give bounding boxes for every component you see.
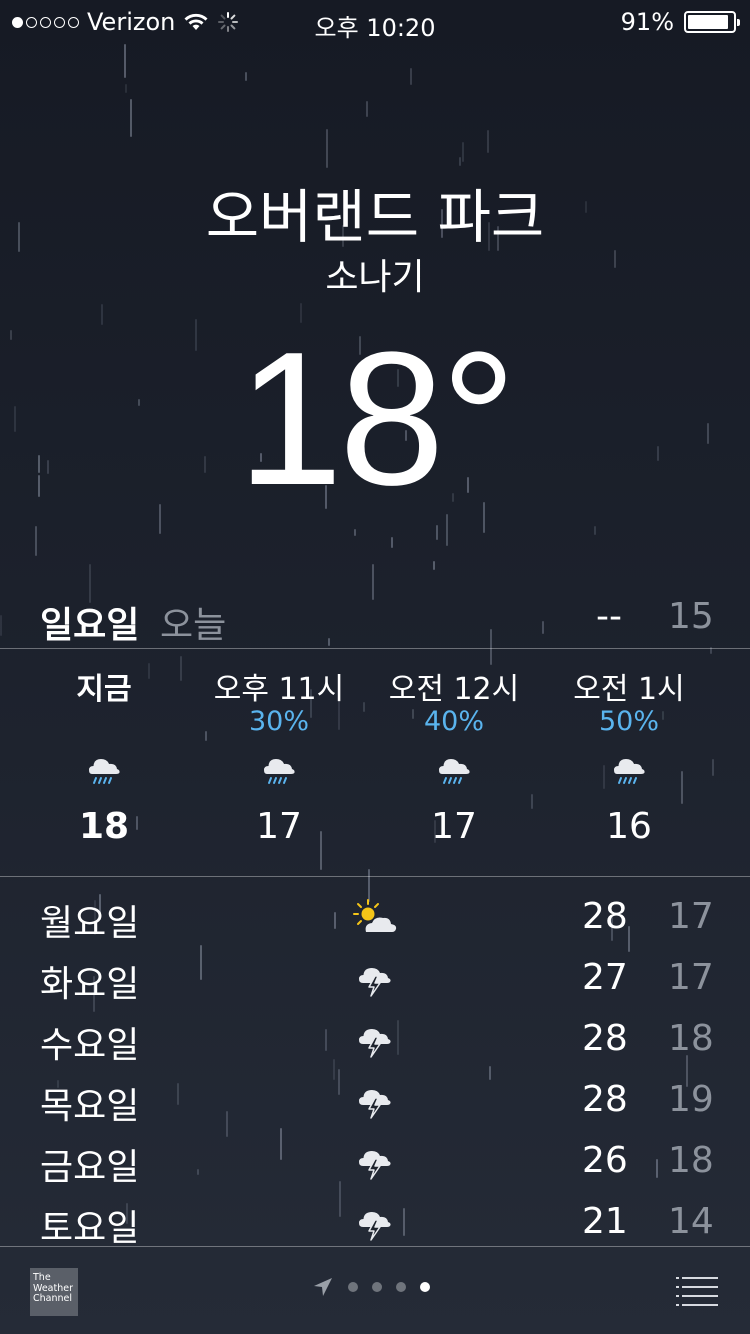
hourly-item: 오전 12시 40% 17: [366, 650, 542, 847]
daily-forecast-list[interactable]: 월요일 28 17 화요일 27 17 수요일 28 18 목요일 28 19 …: [0, 888, 750, 1254]
rain-streak: [433, 560, 436, 570]
rain-cloud-icon: [191, 740, 367, 796]
hour-temp: 18: [78, 806, 130, 847]
daily-day-name: 토요일: [40, 1208, 140, 1249]
hour-precip: 40%: [423, 706, 484, 737]
battery-percentage: 91%: [620, 8, 674, 36]
rain-streak: [458, 157, 461, 167]
rain-streak: [410, 68, 413, 86]
thunderstorm-icon: [352, 957, 398, 1001]
hourly-forecast-scroller[interactable]: 지금 18 오후 11시 30% 17 오전 12시 40% 17 오전 1시 …: [0, 650, 750, 876]
status-bar: Verizon 오후 10:20 91%: [0, 0, 750, 42]
hour-time: 오후 11시: [213, 672, 345, 707]
hourly-item: 오전 1시 50% 16: [541, 650, 717, 847]
daily-low: 17: [668, 896, 714, 937]
today-high: --: [596, 596, 622, 637]
today-summary-row: 일요일 오늘 -- 15: [0, 596, 750, 646]
daily-row: 화요일 27 17: [0, 949, 750, 1010]
today-label: 오늘: [160, 605, 227, 646]
daily-high: 28: [582, 1079, 628, 1120]
daily-high: 28: [582, 1018, 628, 1059]
partly-sunny-icon: [352, 896, 398, 940]
thunderstorm-icon: [352, 1079, 398, 1123]
city-name: 오버랜드 파크: [205, 183, 545, 251]
rain-streak: [486, 130, 489, 154]
rain-cloud-icon: [16, 740, 192, 796]
rain-streak: [244, 72, 247, 81]
page-dot-active: [420, 1282, 430, 1292]
daily-day-name: 화요일: [40, 964, 140, 1005]
thunderstorm-icon: [352, 1140, 398, 1184]
hourly-item: 오후 11시 30% 17: [191, 650, 367, 847]
city-list-icon[interactable]: [676, 1276, 718, 1306]
rain-streak: [123, 43, 126, 79]
daily-high: 26: [582, 1140, 628, 1181]
thunderstorm-icon: [352, 1201, 398, 1245]
weather-channel-logo[interactable]: The Weather Channel: [30, 1268, 78, 1316]
daily-day-name: 수요일: [40, 1025, 140, 1066]
hour-time: 지금: [76, 672, 132, 707]
daily-row: 월요일 28 17: [0, 888, 750, 949]
battery-icon: [684, 11, 740, 33]
hour-precip: 50%: [598, 706, 659, 737]
hour-time: 오전 12시: [388, 672, 520, 707]
rain-streak: [353, 529, 356, 536]
location-arrow-icon: [314, 1278, 332, 1296]
page-indicator[interactable]: [312, 1276, 430, 1298]
hour-temp: 17: [431, 806, 477, 847]
daily-low: 17: [668, 957, 714, 998]
hour-precip: [16, 704, 192, 740]
rain-streak: [130, 99, 133, 137]
current-condition: 소나기: [325, 257, 425, 298]
daily-high: 28: [582, 896, 628, 937]
page-dot: [348, 1282, 358, 1292]
page-dot: [396, 1282, 406, 1292]
rain-streak: [124, 84, 127, 93]
hour-precip: 30%: [248, 706, 309, 737]
thunderstorm-icon: [352, 1018, 398, 1062]
daily-day-name: 목요일: [40, 1086, 140, 1127]
daily-low: 19: [668, 1079, 714, 1120]
divider: [0, 876, 750, 877]
daily-day-name: 월요일: [40, 903, 140, 944]
hourly-item: 지금 18: [16, 650, 192, 847]
daily-row: 토요일 21 14: [0, 1193, 750, 1254]
today-low: 15: [668, 596, 714, 637]
rain-cloud-icon: [366, 740, 542, 796]
daily-high: 21: [582, 1201, 628, 1242]
rain-streak: [35, 526, 38, 556]
rain-streak: [371, 563, 374, 600]
daily-low: 14: [668, 1201, 714, 1242]
daily-row: 목요일 28 19: [0, 1071, 750, 1132]
rain-cloud-icon: [541, 740, 717, 796]
divider: [0, 1246, 750, 1247]
daily-low: 18: [668, 1018, 714, 1059]
hour-temp: 17: [256, 806, 302, 847]
rain-streak: [461, 141, 464, 162]
rain-streak: [365, 101, 368, 117]
daily-day-name: 금요일: [40, 1147, 140, 1188]
daily-low: 18: [668, 1140, 714, 1181]
daily-row: 수요일 28 18: [0, 1010, 750, 1071]
daily-high: 27: [582, 957, 628, 998]
hour-temp: 16: [606, 806, 652, 847]
daily-row: 금요일 26 18: [0, 1132, 750, 1193]
rain-streak: [325, 129, 328, 169]
current-temperature: 18°: [237, 313, 516, 525]
today-day-name: 일요일: [40, 605, 140, 646]
bottom-toolbar: The Weather Channel: [0, 1248, 750, 1334]
hour-time: 오전 1시: [573, 672, 685, 707]
page-dot: [372, 1282, 382, 1292]
divider: [0, 648, 750, 649]
rain-streak: [390, 537, 393, 548]
